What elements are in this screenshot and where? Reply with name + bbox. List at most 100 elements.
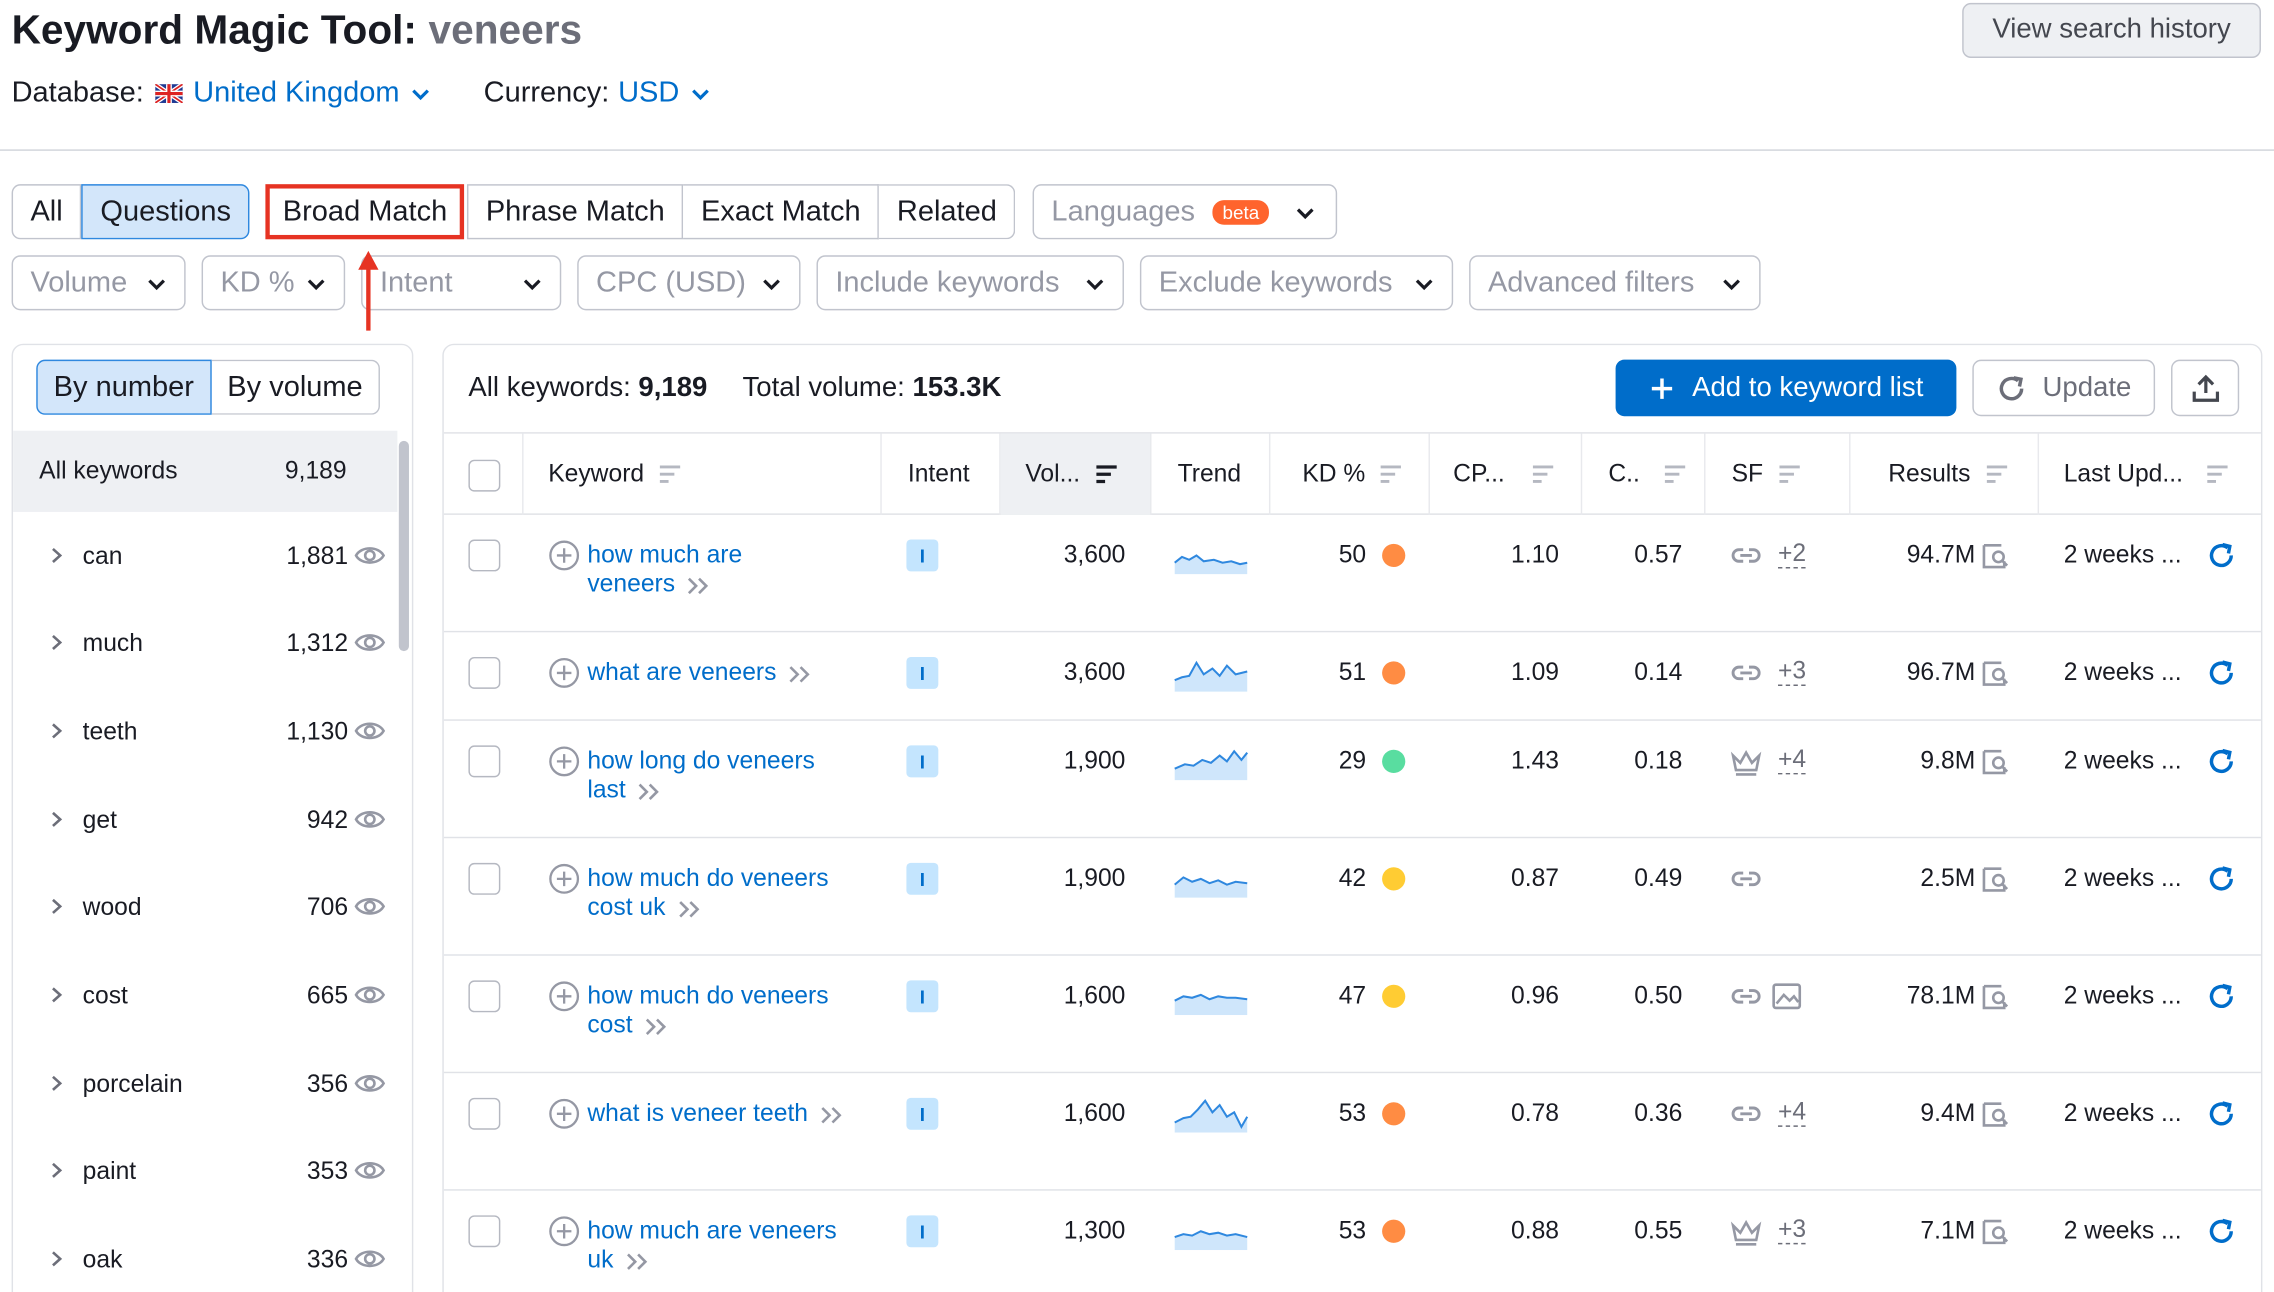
keyword-group-item[interactable]: much 1,312	[13, 615, 397, 673]
intent-filter[interactable]: Intent	[361, 255, 562, 311]
chevron-right-icon[interactable]	[48, 1250, 65, 1267]
keyword-group-item[interactable]: porcelain 356	[13, 1056, 397, 1114]
tab-broad-match[interactable]: Broad Match	[265, 184, 465, 240]
serp-view-icon[interactable]	[1981, 1099, 2013, 1128]
row-checkbox[interactable]	[468, 745, 501, 778]
keyword-group-item[interactable]: oak 336	[13, 1231, 397, 1289]
select-all-checkbox[interactable]	[468, 459, 501, 492]
eye-icon[interactable]	[354, 1157, 386, 1183]
tab-exact-match[interactable]: Exact Match	[683, 184, 880, 240]
keyword-link-line[interactable]: what are veneers	[587, 658, 776, 686]
view-search-history-button[interactable]: View search history	[1962, 2, 2261, 59]
eye-icon[interactable]	[354, 629, 386, 655]
chevron-right-icon[interactable]	[48, 1075, 65, 1092]
sf-more-count[interactable]: +4	[1778, 1099, 1807, 1127]
keyword-group-item[interactable]: wood 706	[13, 879, 397, 937]
sf-more-count[interactable]: +2	[1778, 540, 1807, 569]
row-checkbox[interactable]	[468, 1097, 501, 1130]
double-chevron-right-icon[interactable]	[625, 1251, 651, 1271]
serp-view-icon[interactable]	[1981, 658, 2013, 687]
include-keywords-filter[interactable]: Include keywords	[816, 255, 1124, 311]
eye-icon[interactable]	[354, 1246, 386, 1272]
add-circle-icon[interactable]	[548, 980, 580, 1012]
keyword-group-item[interactable]: cost 665	[13, 967, 397, 1025]
keyword-link-line[interactable]: last	[587, 776, 625, 804]
keyword-link-line[interactable]: veneers	[587, 570, 675, 598]
keyword-link-line[interactable]: how much do veneers	[587, 864, 828, 893]
all-keywords-group[interactable]: All keywords 9,189	[13, 430, 398, 512]
serp-view-icon[interactable]	[1981, 541, 2013, 570]
keyword-link-line[interactable]: cost uk	[587, 893, 665, 921]
sf-more-count[interactable]: +4	[1778, 746, 1807, 775]
by-volume-button[interactable]: By volume	[211, 359, 381, 415]
refresh-icon[interactable]	[2206, 1098, 2238, 1130]
keyword-group-item[interactable]: paint 353	[13, 1143, 397, 1201]
double-chevron-right-icon[interactable]	[637, 781, 663, 801]
column-intent[interactable]: Intent	[882, 433, 1001, 515]
keyword-link-line[interactable]: how much do veneers	[587, 982, 828, 1011]
kd-filter[interactable]: KD %	[201, 255, 346, 311]
refresh-icon[interactable]	[2206, 539, 2238, 571]
chevron-down-icon[interactable]	[411, 83, 431, 103]
row-checkbox[interactable]	[468, 1215, 501, 1248]
column-keyword[interactable]: Keyword	[524, 433, 882, 515]
double-chevron-right-icon[interactable]	[677, 898, 703, 918]
serp-view-icon[interactable]	[1981, 747, 2013, 776]
eye-icon[interactable]	[354, 982, 386, 1008]
column-competition[interactable]: C..	[1582, 433, 1706, 515]
chevron-right-icon[interactable]	[48, 986, 65, 1003]
serp-view-icon[interactable]	[1981, 1217, 2013, 1246]
database-dropdown[interactable]: United Kingdom	[193, 77, 399, 110]
sf-more-count[interactable]: +3	[1778, 1216, 1807, 1245]
column-last-update[interactable]: Last Upd...	[2039, 434, 2261, 515]
column-kd[interactable]: KD %	[1270, 433, 1430, 515]
volume-filter[interactable]: Volume	[11, 255, 186, 311]
eye-icon[interactable]	[354, 806, 386, 832]
refresh-icon[interactable]	[2206, 657, 2238, 689]
keyword-cell[interactable]: how much are veneers uk	[587, 1217, 836, 1275]
serp-view-icon[interactable]	[1981, 864, 2013, 893]
advanced-filters[interactable]: Advanced filters	[1469, 255, 1761, 311]
groups-scrollbar[interactable]	[398, 440, 409, 652]
currency-dropdown[interactable]: USD	[618, 77, 679, 110]
eye-icon[interactable]	[354, 542, 386, 568]
keyword-group-item[interactable]: teeth 1,130	[13, 703, 397, 761]
column-sf[interactable]: SF	[1705, 433, 1851, 515]
keyword-link-line[interactable]: how much are	[587, 541, 742, 570]
keyword-group-item[interactable]: can 1,881	[13, 528, 397, 586]
keyword-link-line[interactable]: what is veneer teeth	[587, 1099, 808, 1127]
eye-icon[interactable]	[354, 1070, 386, 1096]
add-circle-icon[interactable]	[548, 1215, 580, 1247]
update-button[interactable]: Update	[1972, 359, 2156, 417]
add-to-keyword-list-button[interactable]: Add to keyword list	[1615, 359, 1957, 417]
tab-related[interactable]: Related	[879, 184, 1016, 240]
column-volume[interactable]: Vol...	[1000, 433, 1152, 515]
tab-phrase-match[interactable]: Phrase Match	[466, 184, 684, 240]
keyword-cell[interactable]: how much are veneers	[587, 541, 742, 599]
keyword-group-item[interactable]: get 942	[13, 792, 397, 850]
keyword-cell[interactable]: how long do veneers last	[587, 747, 815, 805]
chevron-right-icon[interactable]	[48, 898, 65, 915]
add-circle-icon[interactable]	[548, 863, 580, 895]
chevron-right-icon[interactable]	[48, 634, 65, 651]
column-results[interactable]: Results	[1851, 433, 2040, 515]
languages-dropdown[interactable]: Languages beta	[1032, 184, 1338, 240]
keyword-link-line[interactable]: how long do veneers	[587, 747, 815, 776]
refresh-icon[interactable]	[2206, 745, 2238, 777]
chevron-right-icon[interactable]	[48, 547, 65, 564]
keyword-link-line[interactable]: how much are veneers	[587, 1217, 836, 1246]
row-checkbox[interactable]	[468, 980, 501, 1013]
eye-icon[interactable]	[354, 893, 386, 919]
double-chevron-right-icon[interactable]	[820, 1104, 846, 1124]
add-circle-icon[interactable]	[548, 657, 580, 689]
exclude-keywords-filter[interactable]: Exclude keywords	[1139, 255, 1454, 311]
keyword-cell[interactable]: how much do veneers cost uk	[587, 864, 828, 922]
add-circle-icon[interactable]	[548, 1098, 580, 1130]
keyword-cell[interactable]: what is veneer teeth	[587, 1099, 845, 1128]
chevron-right-icon[interactable]	[48, 1162, 65, 1179]
row-checkbox[interactable]	[468, 539, 501, 572]
chevron-right-icon[interactable]	[48, 722, 65, 739]
keyword-cell[interactable]: how much do veneers cost	[587, 982, 828, 1040]
row-checkbox[interactable]	[468, 656, 501, 689]
column-cpc[interactable]: CP...	[1430, 433, 1583, 515]
